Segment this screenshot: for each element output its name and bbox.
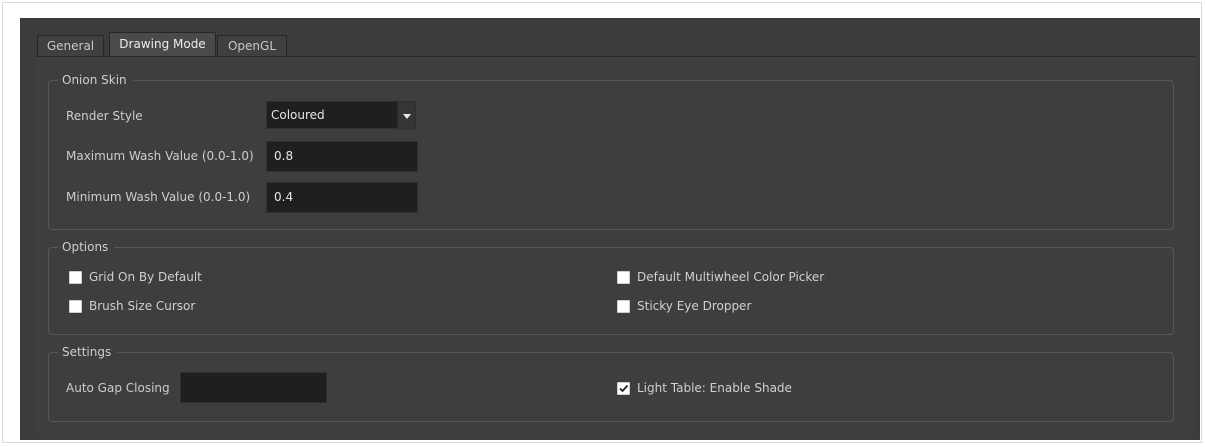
light-table-label: Light Table: Enable Shade — [637, 381, 792, 395]
grid-on-checkbox[interactable] — [69, 271, 82, 284]
sticky-eye-checkbox[interactable] — [617, 300, 630, 313]
min-wash-label: Minimum Wash Value (0.0-1.0) — [66, 190, 251, 204]
sticky-eye-label: Sticky Eye Dropper — [637, 299, 752, 313]
onion-skin-title: Onion Skin — [58, 73, 133, 87]
drawing-mode-page: Onion Skin Render Style Coloured Maximum… — [35, 57, 1195, 438]
tab-general[interactable]: General — [37, 35, 104, 57]
options-title: Options — [58, 240, 115, 254]
auto-gap-label: Auto Gap Closing — [66, 381, 170, 395]
multiwheel-label: Default Multiwheel Color Picker — [637, 270, 825, 284]
render-style-value: Coloured — [271, 108, 325, 122]
grid-on-label: Grid On By Default — [89, 270, 202, 284]
settings-title: Settings — [58, 345, 118, 359]
brush-size-label: Brush Size Cursor — [89, 299, 196, 313]
max-wash-input[interactable]: 0.8 — [266, 141, 418, 172]
render-style-label: Render Style — [66, 109, 143, 123]
checkmark-icon — [619, 384, 629, 393]
light-table-checkbox[interactable] — [617, 382, 630, 395]
tab-drawing-mode[interactable]: Drawing Mode — [109, 32, 216, 57]
preferences-panel: General Drawing Mode OpenGL Onion Skin R… — [20, 18, 1200, 440]
options-group: Options Grid On By Default Brush Size Cu… — [48, 240, 1174, 335]
settings-group: Settings Auto Gap Closing Light Table: E… — [48, 345, 1174, 422]
min-wash-input[interactable]: 0.4 — [266, 182, 418, 213]
tab-opengl[interactable]: OpenGL — [217, 35, 287, 57]
render-style-select[interactable]: Coloured — [266, 101, 416, 130]
brush-size-checkbox[interactable] — [69, 300, 82, 313]
max-wash-label: Maximum Wash Value (0.0-1.0) — [66, 149, 254, 163]
chevron-down-icon[interactable] — [397, 102, 415, 130]
auto-gap-input[interactable] — [180, 372, 327, 403]
multiwheel-checkbox[interactable] — [617, 271, 630, 284]
onion-skin-group: Onion Skin Render Style Coloured Maximum… — [48, 73, 1174, 230]
